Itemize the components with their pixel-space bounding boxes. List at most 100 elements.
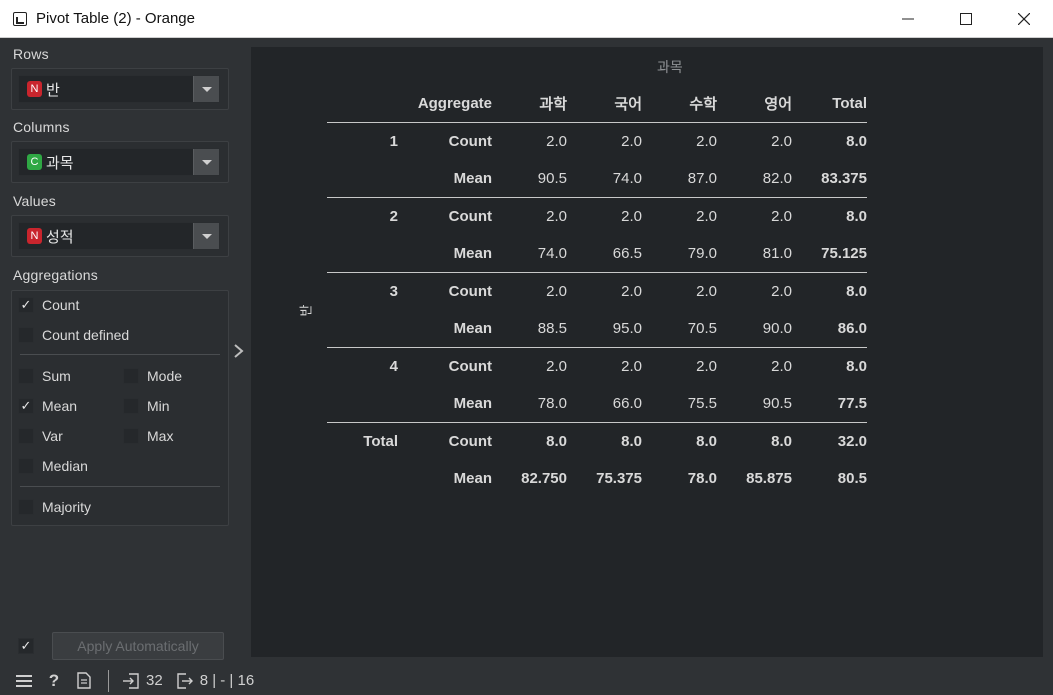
pivot-table-view: 과목 반 Aggregate 과학 국어 수학 영어 Total 1 Count 2…: [251, 47, 1043, 657]
checkbox-var[interactable]: Var: [18, 428, 63, 444]
value-cell: 2.0: [717, 122, 792, 160]
value-cell: 87.0: [687, 170, 717, 187]
app-icon: [13, 11, 27, 26]
menu-icon[interactable]: [14, 671, 34, 691]
checkbox-max[interactable]: Max: [123, 428, 173, 444]
aggregate-cell: Mean: [453, 245, 492, 262]
header-row: Aggregate 과학 국어 수학 영어 Total: [327, 85, 867, 123]
aggregate-cell: Mean: [453, 470, 492, 488]
values-label: Values: [13, 193, 56, 209]
value-cell: 88.5: [537, 320, 567, 337]
total-cell: 75.125: [821, 245, 867, 262]
column-variable-title: 과목: [657, 59, 683, 75]
checkbox-majority[interactable]: Majority: [18, 499, 91, 515]
value-cell: 66.0: [612, 395, 642, 412]
maximize-button[interactable]: [937, 0, 995, 38]
columns-combo[interactable]: C 과목: [18, 148, 220, 176]
aggregate-cell: Mean: [453, 320, 492, 337]
total-cell: 8.0: [792, 347, 867, 385]
value-cell: 90.0: [762, 320, 792, 337]
checkbox-median[interactable]: Median: [18, 458, 88, 474]
aggregate-cell: Mean: [453, 170, 492, 187]
header-cell: Total: [832, 95, 867, 112]
minimize-icon: [902, 18, 914, 20]
value-cell: 2.0: [567, 347, 642, 385]
value-cell: 2.0: [642, 197, 717, 235]
close-icon: [1018, 13, 1030, 25]
value-cell: 2.0: [717, 197, 792, 235]
pivot-table: Aggregate 과학 국어 수학 영어 Total 1 Count 2.0 2.0…: [327, 85, 867, 498]
table-row: Mean 74.0 66.5 79.0 81.0 75.125: [327, 235, 867, 273]
value-cell: 2.0: [492, 272, 567, 310]
rows-combo[interactable]: N 반: [18, 75, 220, 103]
aggregate-cell: Count: [407, 272, 492, 310]
value-cell: 74.0: [612, 170, 642, 187]
checkbox-sum[interactable]: Sum: [18, 368, 71, 384]
value-cell: 2.0: [492, 347, 567, 385]
row-header-cell: 1: [327, 122, 407, 160]
checkbox-count[interactable]: ✓ Count: [18, 297, 79, 313]
table-row: Total Count 8.0 8.0 8.0 8.0 32.0: [327, 422, 867, 460]
apply-button[interactable]: Apply Automatically: [52, 632, 224, 660]
value-cell: 8.0: [717, 422, 792, 460]
value-cell: 75.5: [687, 395, 717, 412]
table-row: 3 Count 2.0 2.0 2.0 2.0 8.0: [327, 272, 867, 310]
total-cell: 8.0: [792, 272, 867, 310]
value-cell: 75.375: [596, 470, 642, 488]
row-header-cell: 3: [327, 272, 407, 310]
header-cell: 수학: [689, 96, 717, 113]
rows-combo-value: 반: [46, 81, 60, 99]
value-cell: 2.0: [717, 347, 792, 385]
chevron-down-icon[interactable]: [193, 76, 219, 102]
value-cell: 85.875: [746, 470, 792, 488]
row-variable-title: 반: [298, 304, 314, 317]
checkbox-min[interactable]: Min: [123, 398, 170, 414]
row-header-cell: Total: [327, 422, 407, 460]
checkbox-count-defined[interactable]: Count defined: [18, 327, 129, 343]
apply-automatically-checkbox[interactable]: ✓: [18, 638, 34, 654]
table-row: Mean 82.750 75.375 78.0 85.875 80.5: [327, 460, 867, 498]
report-icon[interactable]: [74, 671, 94, 691]
table-row: 1 Count 2.0 2.0 2.0 2.0 8.0: [327, 122, 867, 160]
check-icon[interactable]: ✓: [18, 398, 34, 414]
header-cell: Aggregate: [417, 95, 492, 112]
output-data-icon: [175, 671, 195, 691]
divider: [20, 486, 220, 487]
chevron-down-icon[interactable]: [193, 223, 219, 249]
total-cell: 83.375: [821, 170, 867, 187]
checkbox-mean[interactable]: ✓ Mean: [18, 398, 77, 414]
maximize-icon: [960, 13, 972, 25]
values-combo[interactable]: N 성적: [18, 222, 220, 250]
total-cell: 32.0: [792, 422, 867, 460]
close-button[interactable]: [995, 0, 1053, 38]
help-icon[interactable]: ?: [44, 671, 64, 691]
check-icon[interactable]: ✓: [18, 297, 34, 313]
row-header-cell: 2: [327, 197, 407, 235]
value-cell: 2.0: [567, 122, 642, 160]
chevron-right-icon[interactable]: [232, 343, 244, 359]
value-cell: 8.0: [567, 422, 642, 460]
columns-combo-value: 과목: [46, 154, 74, 172]
table-row: Mean 90.5 74.0 87.0 82.0 83.375: [327, 160, 867, 198]
values-combo-value: 성적: [46, 228, 74, 246]
row-header-cell: 4: [327, 347, 407, 385]
value-cell: 90.5: [762, 395, 792, 412]
chevron-down-icon[interactable]: [193, 149, 219, 175]
value-cell: 2.0: [642, 347, 717, 385]
rows-label: Rows: [13, 46, 49, 62]
minimize-button[interactable]: [879, 0, 937, 38]
categorical-variable-icon: C: [27, 154, 42, 170]
value-cell: 78.0: [537, 395, 567, 412]
aggregate-cell: Count: [407, 122, 492, 160]
status-bar: ? 32 8 | - | 16: [0, 666, 1053, 695]
checkbox-mode[interactable]: Mode: [123, 368, 182, 384]
header-cell: 국어: [614, 96, 642, 113]
status-separator: [108, 669, 109, 692]
aggregate-cell: Mean: [453, 395, 492, 412]
divider: [20, 354, 220, 355]
value-cell: 90.5: [537, 170, 567, 187]
value-cell: 2.0: [567, 272, 642, 310]
table-row: Mean 88.5 95.0 70.5 90.0 86.0: [327, 310, 867, 348]
value-cell: 79.0: [687, 245, 717, 262]
columns-label: Columns: [13, 119, 70, 135]
